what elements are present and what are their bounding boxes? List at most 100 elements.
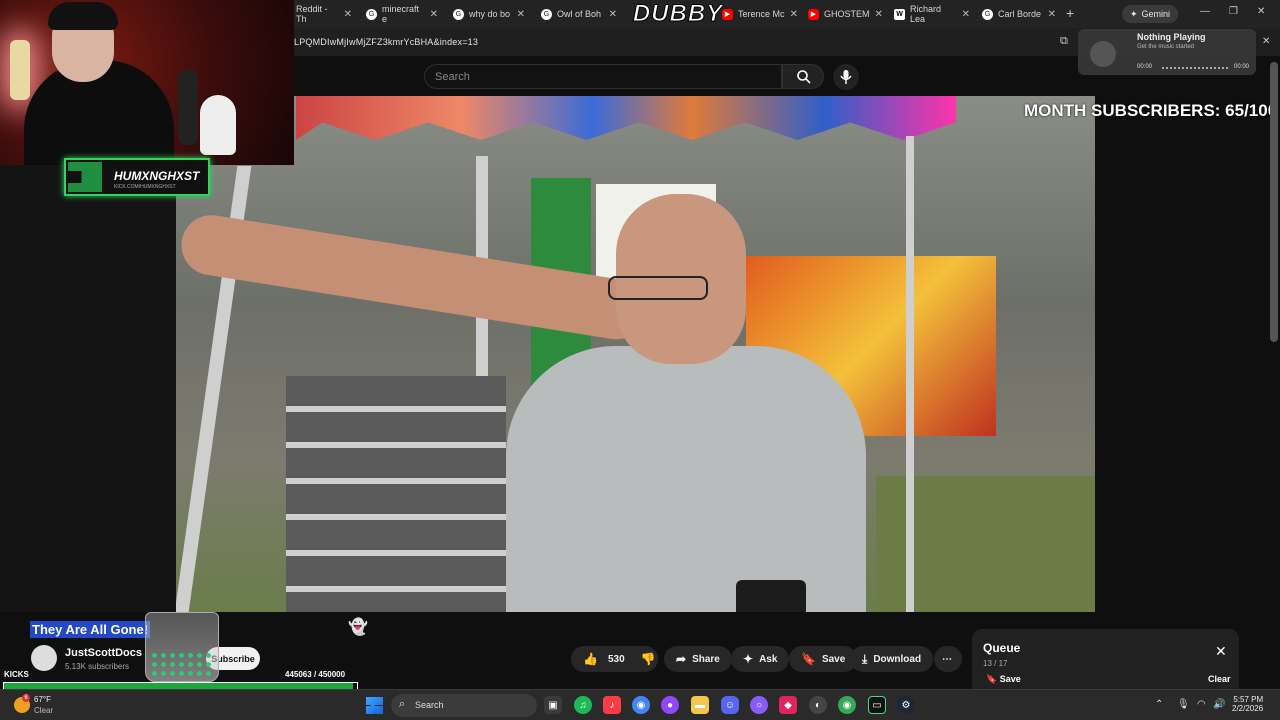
folder-icon[interactable]: ▬: [691, 696, 709, 714]
sparkle-icon: ✦: [1130, 8, 1138, 19]
terminal-icon[interactable]: ▭: [868, 696, 886, 714]
player-time-start: 00:00: [1137, 64, 1153, 70]
ghost-icon: 👻: [348, 619, 368, 636]
search-icon: ⌕: [399, 698, 406, 710]
google-icon: G: [453, 8, 464, 20]
more-icon: ⋯: [942, 653, 952, 665]
new-tab-icon[interactable]: +: [1066, 5, 1074, 21]
temperature[interactable]: 67°F: [34, 695, 51, 704]
tab-title: GHOSTEM: [824, 9, 870, 19]
tab-terence[interactable]: ▶ Terence Mc ✕: [716, 3, 804, 25]
ask-button[interactable]: ✦ Ask: [731, 646, 790, 672]
close-icon[interactable]: ✕: [1215, 643, 1227, 660]
windows-start-icon[interactable]: [366, 697, 383, 714]
save-button[interactable]: 🔖 Save: [789, 646, 858, 672]
save-label: Save: [821, 653, 846, 665]
tab-why-do-bo[interactable]: G why do bo ✕: [447, 3, 531, 25]
download-label: Download: [873, 653, 922, 665]
thumbs-down-icon[interactable]: 👎: [641, 652, 656, 666]
queue-clear-button[interactable]: Clear: [1208, 674, 1231, 684]
tray-overflow-icon[interactable]: ⌃: [1155, 699, 1163, 710]
spotify-icon[interactable]: ♫: [574, 696, 592, 714]
kicks-goal: / 450000: [313, 670, 346, 679]
microphone: [178, 70, 198, 145]
player-seek-bar[interactable]: [1162, 67, 1228, 69]
chrome-icon[interactable]: ◉: [632, 696, 650, 714]
stairs: [286, 376, 506, 612]
scrollbar[interactable]: [1270, 62, 1278, 342]
app-icon[interactable]: ○: [750, 696, 768, 714]
subscriber-count: 5.13K subscribers: [65, 662, 130, 671]
chrome-active-icon[interactable]: ◉: [838, 696, 856, 714]
microphone-tray-icon[interactable]: 🎙: [1177, 699, 1190, 710]
task-view-icon[interactable]: ▣: [544, 696, 562, 714]
glasses: [608, 276, 708, 300]
tab-ghostem[interactable]: ▶ GHOSTEM ✕: [802, 3, 888, 25]
close-window-icon[interactable]: ✕: [1257, 6, 1265, 17]
gemini-button[interactable]: ✦ Gemini: [1122, 5, 1179, 23]
google-icon: G: [541, 8, 552, 20]
minimize-icon[interactable]: —: [1200, 6, 1210, 17]
video-title: They Are All Gone!: [30, 621, 151, 638]
close-icon[interactable]: ✕: [609, 9, 617, 20]
purple-app-icon[interactable]: ●: [661, 696, 679, 714]
close-icon[interactable]: ✕: [1262, 36, 1270, 47]
close-icon[interactable]: ✕: [517, 9, 525, 20]
music-app-icon[interactable]: ♪: [603, 696, 621, 714]
close-icon[interactable]: ✕: [1048, 9, 1056, 20]
channel-name[interactable]: JustScottDocs: [65, 647, 142, 659]
sparkle-icon: ✦: [743, 652, 754, 666]
weather-badge: 6: [22, 694, 30, 702]
share-button[interactable]: ➦ Share: [664, 646, 732, 672]
wifi-icon[interactable]: ◠: [1197, 699, 1206, 710]
music-mini-player[interactable]: Nothing Playing Get the music started 00…: [1078, 29, 1256, 75]
tab-reddit[interactable]: Reddit - Th ✕: [290, 3, 358, 25]
voice-search-button[interactable]: [833, 64, 859, 90]
month-subscribers-counter: MONTH SUBSCRIBERS: 65/100: [1024, 101, 1278, 120]
clock-time: 5:57 PM: [1233, 695, 1264, 704]
queue-panel: Queue 13 / 17 ✕ 🔖 Save Clear: [972, 629, 1239, 691]
search-button[interactable]: [782, 64, 824, 89]
gemini-label: Gemini: [1141, 9, 1171, 19]
pole: [906, 136, 914, 612]
streamer-name: HUMXNGHXST: [114, 169, 200, 183]
red-app-icon[interactable]: ◆: [779, 696, 797, 714]
channel-avatar[interactable]: [31, 645, 57, 671]
search-input[interactable]: Search: [424, 64, 782, 89]
tab-minecraft[interactable]: G minecraft e ✕: [360, 3, 444, 25]
close-icon[interactable]: ✕: [790, 9, 798, 20]
kicks-jar: [145, 612, 219, 682]
obs-icon[interactable]: ◐: [809, 696, 827, 714]
close-icon[interactable]: ✕: [344, 9, 352, 20]
more-button[interactable]: ⋯: [934, 646, 962, 672]
discord-icon[interactable]: ☺: [721, 696, 739, 714]
queue-save-button[interactable]: 🔖 Save: [986, 674, 1021, 685]
weather-condition[interactable]: Clear: [34, 706, 53, 715]
close-icon[interactable]: ✕: [875, 9, 883, 20]
system-clock[interactable]: 5:57 PM 2/2/2026: [1232, 695, 1263, 713]
tab-title: Carl Borde: [998, 9, 1042, 19]
lamp: [10, 40, 30, 100]
steam-icon[interactable]: ⚙: [897, 696, 915, 714]
tab-carl[interactable]: G Carl Borde ✕: [976, 3, 1062, 25]
tab-richard[interactable]: W Richard Lea ✕: [888, 3, 976, 25]
dubby-logo: DUBBY: [632, 0, 724, 28]
url-text[interactable]: LPQMDIwMjIwMjZFZ3kmrYcBHA&index=13: [294, 37, 478, 47]
taskbar-search[interactable]: ⌕ Search: [391, 694, 537, 717]
screen: Reddit - Th ✕ G minecraft e ✕ G why do b…: [0, 0, 1280, 720]
video-player[interactable]: [176, 96, 1095, 612]
cast-icon[interactable]: ⧉: [1060, 35, 1068, 48]
streamer-url: KICK.COM/HUMXNGHXST: [114, 184, 176, 190]
kicks-label: KICKS: [4, 670, 29, 679]
tab-owl-of-boh[interactable]: G Owl of Boh ✕: [535, 3, 623, 25]
download-button[interactable]: ⤓ Download: [850, 646, 934, 672]
thumbs-up-icon[interactable]: 👍: [583, 652, 598, 666]
queue-title: Queue: [983, 641, 1021, 655]
youtube-icon: ▶: [808, 8, 819, 20]
download-icon: ⤓: [862, 651, 868, 666]
volume-icon[interactable]: 🔊: [1213, 699, 1225, 710]
maximize-icon[interactable]: ❐: [1229, 6, 1238, 17]
close-icon[interactable]: ✕: [430, 9, 438, 20]
close-icon[interactable]: ✕: [962, 9, 970, 20]
like-count[interactable]: 530: [608, 654, 625, 665]
